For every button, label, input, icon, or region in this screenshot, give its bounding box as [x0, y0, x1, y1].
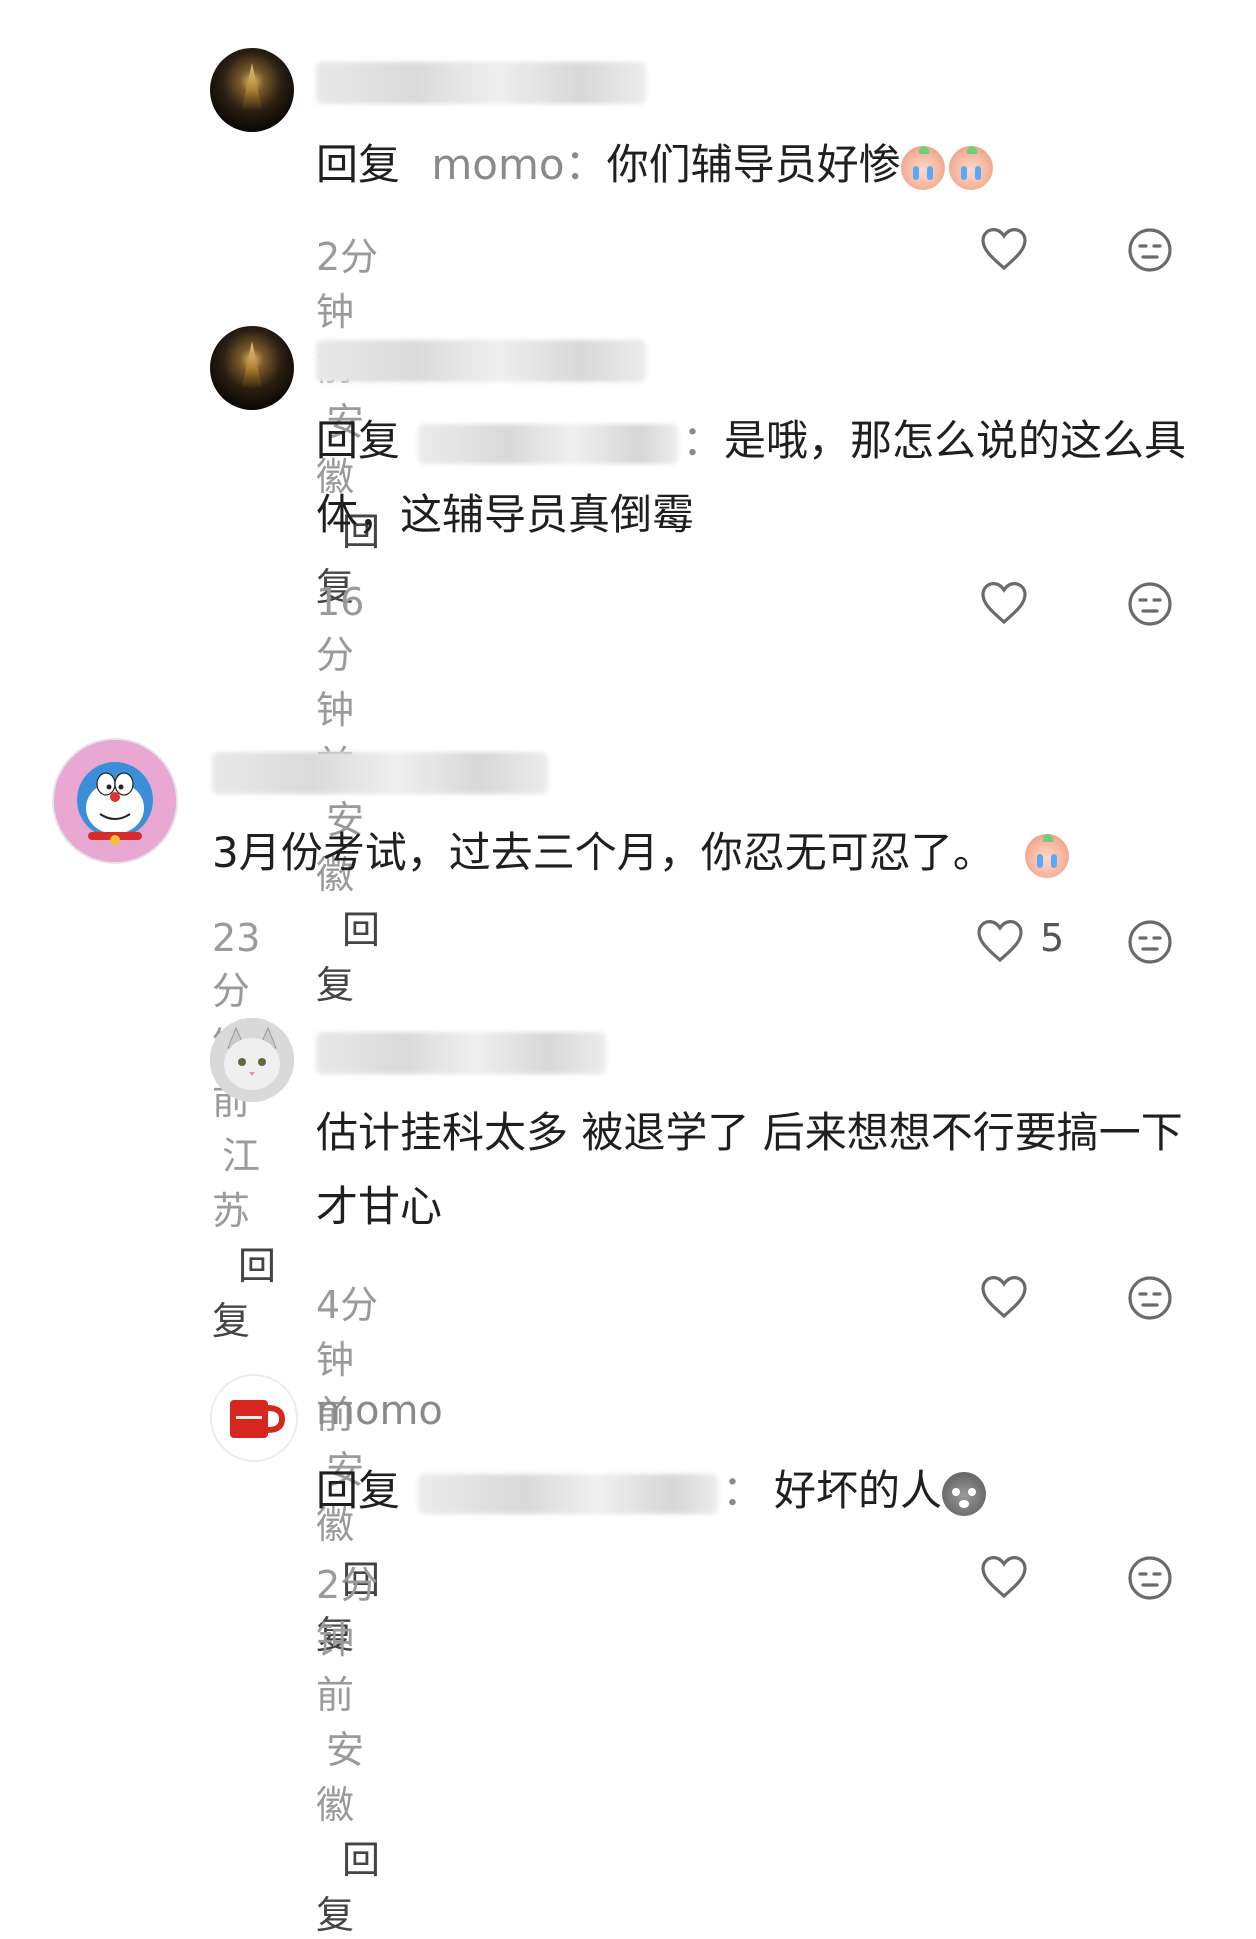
comment-meta: 16分钟前 安徽 回复 [316, 580, 380, 1009]
neutral-face-icon[interactable] [1126, 580, 1174, 628]
comment-body: 估计挂科太多 被退学了 后来想想不行要搞一下才甘心 [316, 1108, 1183, 1231]
heart-icon[interactable] [980, 580, 1028, 626]
like-count: 5 [1040, 916, 1065, 960]
username-redacted[interactable] [316, 1032, 606, 1074]
comment-meta: 2分钟前 安徽 回复 [316, 1554, 380, 1939]
crying-emoji [900, 145, 945, 190]
comment-text[interactable]: 估计挂科太多 被退学了 后来想想不行要搞一下才甘心 [316, 1096, 1196, 1244]
reply-button[interactable]: 回复 [212, 1244, 276, 1343]
comment-body: 好坏的人 [774, 1466, 943, 1515]
location: 江苏 [212, 1134, 261, 1233]
crying-emoji [948, 145, 993, 190]
mug-avatar [230, 1400, 286, 1438]
crying-emoji [1024, 833, 1069, 878]
heart-icon[interactable] [980, 1274, 1028, 1320]
comment-body: 你们辅导员好惨 [606, 140, 901, 189]
timestamp: 2分钟前 [316, 1563, 379, 1717]
comment-meta: 23分钟前 江苏 回复 [212, 916, 276, 1345]
avatar[interactable] [210, 326, 294, 410]
username-redacted[interactable] [316, 340, 646, 382]
comment-body: 3月份考试，过去三个月，你忍无可忍了。 [212, 828, 995, 877]
reply-button[interactable]: 回复 [316, 908, 380, 1007]
avatar[interactable] [210, 48, 294, 132]
reply-keyword: 回复 [316, 1466, 401, 1515]
heart-icon[interactable] [980, 1554, 1028, 1600]
avatar[interactable] [52, 738, 178, 864]
reply-target[interactable]: momo [431, 140, 564, 189]
comment-text[interactable]: 3月份考试，过去三个月，你忍无可忍了。 [212, 816, 1212, 890]
doraemon-avatar [54, 740, 176, 862]
avatar[interactable] [210, 1374, 298, 1462]
location: 安徽 [316, 1728, 365, 1827]
neutral-face-icon[interactable] [1126, 1274, 1174, 1322]
reply-button[interactable]: 回复 [316, 1838, 380, 1937]
username-redacted[interactable] [316, 62, 646, 104]
heart-icon[interactable] [976, 918, 1024, 964]
reply-keyword: 回复 [316, 416, 401, 465]
comment-text[interactable]: 回复：好坏的人 [316, 1454, 1196, 1528]
comment-text[interactable]: 回复 momo：你们辅导员好惨 [316, 128, 1196, 202]
username[interactable]: momo [316, 1388, 443, 1434]
heart-icon[interactable] [980, 226, 1028, 272]
neutral-face-icon[interactable] [1126, 918, 1174, 966]
username-redacted[interactable] [212, 752, 548, 794]
reply-target-redacted[interactable] [418, 423, 679, 464]
grey-shocked-emoji [942, 1471, 987, 1516]
reply-target-redacted[interactable] [418, 1473, 719, 1514]
reply-keyword: 回复 [316, 140, 401, 189]
neutral-face-icon[interactable] [1126, 226, 1174, 274]
avatar[interactable] [210, 1018, 294, 1102]
comment-text[interactable]: 回复 ：是哦，那怎么说的这么具体，这辅导员真倒霉 [316, 404, 1196, 552]
neutral-face-icon[interactable] [1126, 1554, 1174, 1602]
cat-avatar [210, 1018, 294, 1102]
